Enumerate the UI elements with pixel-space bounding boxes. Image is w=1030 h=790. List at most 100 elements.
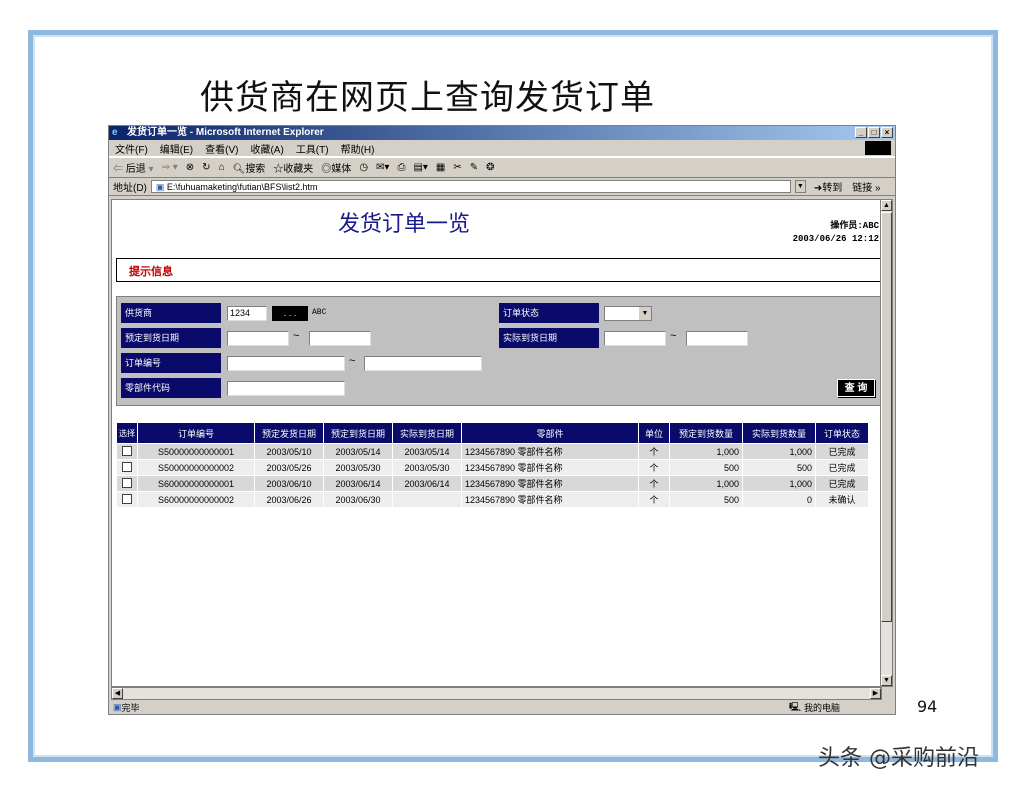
messenger-icon[interactable]: ✂ — [453, 162, 461, 173]
media-button[interactable]: ◎媒体 — [321, 160, 351, 175]
part-code-label: 零部件代码 — [121, 378, 221, 398]
col-planned-qty: 预定到货数量 — [669, 422, 743, 444]
scroll-down-icon[interactable]: ▼ — [881, 675, 892, 686]
page-done-icon: ▣ — [113, 702, 122, 712]
order-status-select[interactable]: ▼ — [604, 306, 652, 321]
operator-info: 操作员:ABC 2003/06/26 12:12 — [793, 220, 879, 246]
scroll-left-icon[interactable]: ◀ — [112, 688, 123, 699]
page-heading: 发货订单一览 — [338, 212, 471, 237]
actual-date: 2003/06/14 — [392, 475, 462, 492]
actual-qty: 1,000 — [742, 475, 816, 492]
order-no[interactable]: S60000000000001 — [137, 475, 255, 492]
planned-date: 2003/06/14 — [323, 475, 393, 492]
menu-file[interactable]: 文件(F) — [115, 141, 148, 156]
status-text: 完毕 — [121, 703, 140, 713]
windows-logo-icon — [865, 141, 891, 155]
planned-qty: 500 — [669, 491, 743, 508]
page-viewport: 发货订单一览 操作员:ABC 2003/06/26 12:12 提示信息 供货商… — [111, 199, 882, 687]
status-bar: ▣ 完毕 🖳︎ 我的电脑 — [109, 701, 895, 714]
extra-icon[interactable]: ❂ — [486, 162, 494, 173]
order-no-to-input[interactable] — [364, 356, 482, 371]
part: 1234567890 零部件名称 — [461, 459, 639, 476]
edit-icon[interactable]: ▤▾ — [413, 162, 427, 173]
menu-view[interactable]: 查看(V) — [205, 141, 238, 156]
row-checkbox[interactable] — [122, 493, 132, 504]
order-status: 已完成 — [815, 459, 869, 476]
vertical-scrollbar[interactable]: ▲ ▼ — [880, 199, 893, 687]
order-no-label: 订单编号 — [121, 353, 221, 373]
forward-button[interactable]: ⇒ ▾ — [162, 162, 178, 173]
order-status-label: 订单状态 — [499, 303, 599, 323]
order-no[interactable]: S50000000000002 — [137, 459, 255, 476]
part: 1234567890 零部件名称 — [461, 475, 639, 492]
print-icon[interactable]: ⎙ — [397, 162, 405, 173]
col-select: 选择 — [116, 422, 138, 444]
unit: 个 — [638, 491, 670, 508]
col-actual-qty: 实际到货数量 — [742, 422, 816, 444]
discuss-icon[interactable]: ▦ — [436, 162, 445, 173]
row-checkbox[interactable] — [122, 461, 132, 472]
planned-date-label: 预定到货日期 — [121, 328, 221, 348]
col-status: 订单状态 — [815, 422, 869, 444]
planned-date: 2003/05/14 — [323, 443, 393, 460]
order-no[interactable]: S60000000000002 — [137, 491, 255, 508]
minimize-button[interactable]: _ — [855, 127, 867, 138]
planned-qty: 500 — [669, 459, 743, 476]
supplier-input[interactable]: 1234 — [227, 306, 267, 321]
query-button[interactable]: 查 询 — [837, 379, 875, 397]
mail-icon[interactable]: ✉▾ — [376, 162, 389, 173]
tool-icon[interactable]: ✎ — [470, 162, 478, 173]
order-status: 已完成 — [815, 443, 869, 460]
unit: 个 — [638, 459, 670, 476]
row-checkbox[interactable] — [122, 445, 132, 456]
results-table: 选择 订单编号 预定发货日期 预定到货日期 实际到货日期 零部件 单位 预定到货… — [116, 422, 869, 508]
security-zone: 🖳︎ 我的电脑 — [789, 701, 840, 714]
maximize-button[interactable]: □ — [868, 127, 880, 138]
ship-date: 2003/05/26 — [254, 459, 324, 476]
computer-icon: 🖳︎ — [789, 701, 802, 712]
planned-date-to-input[interactable] — [309, 331, 371, 346]
datetime: 2003/06/26 12:12 — [792, 234, 879, 244]
scroll-up-icon[interactable]: ▲ — [881, 200, 892, 211]
favorites-button[interactable]: ☆收藏夹 — [273, 160, 313, 175]
page-icon: ▣ — [155, 182, 167, 192]
home-icon[interactable]: ⌂ — [219, 162, 225, 173]
row-checkbox[interactable] — [122, 477, 132, 488]
stop-icon[interactable]: ⊗ — [186, 162, 194, 173]
table-row: S60000000000001 2003/06/10 2003/06/14 20… — [116, 475, 869, 492]
search-panel: 供货商 1234 . . . ABC 订单状态 ▼ 预定到货日期 ~ 实际到货日… — [116, 296, 881, 406]
scroll-right-icon[interactable]: ▶ — [870, 688, 881, 699]
actual-date-from-input[interactable] — [604, 331, 666, 346]
refresh-icon[interactable]: ↻ — [202, 162, 210, 173]
close-button[interactable]: × — [881, 127, 893, 138]
address-input[interactable]: ▣ E:\fuhuamaketing\futian\BFS\list2.htm — [150, 180, 791, 193]
col-part: 零部件 — [461, 422, 639, 444]
address-dropdown-icon[interactable]: ▼ — [794, 180, 806, 193]
menu-favorites[interactable]: 收藏(A) — [250, 141, 283, 156]
links-button[interactable]: 链接 » — [852, 179, 880, 194]
hint-label: 提示信息 — [129, 266, 173, 278]
supplier-lookup-button[interactable]: . . . — [272, 306, 308, 321]
history-icon[interactable]: ◷ — [359, 162, 368, 173]
scroll-thumb[interactable] — [881, 212, 892, 622]
horizontal-scrollbar[interactable]: ◀ ▶ — [111, 687, 882, 700]
go-button[interactable]: ➜转到 — [814, 179, 842, 194]
actual-date: 2003/05/14 — [392, 443, 462, 460]
search-button[interactable]: 🔍︎搜索 — [233, 160, 266, 175]
actual-date: 2003/05/30 — [392, 459, 462, 476]
menu-tools[interactable]: 工具(T) — [296, 141, 329, 156]
menu-edit[interactable]: 编辑(E) — [160, 141, 193, 156]
supplier-name: ABC — [312, 308, 327, 317]
actual-date-to-input[interactable] — [686, 331, 748, 346]
menu-help[interactable]: 帮助(H) — [341, 141, 375, 156]
back-button[interactable]: ⇐ 后退 ▾ — [113, 160, 154, 175]
order-no[interactable]: S50000000000001 — [137, 443, 255, 460]
planned-date-from-input[interactable] — [227, 331, 289, 346]
slide-title: 供货商在网页上查询发货订单 — [200, 78, 655, 118]
order-no-from-input[interactable] — [227, 356, 345, 371]
ship-date: 2003/06/10 — [254, 475, 324, 492]
planned-qty: 1,000 — [669, 475, 743, 492]
part-code-input[interactable] — [227, 381, 345, 396]
table-row: S50000000000001 2003/05/10 2003/05/14 20… — [116, 443, 869, 460]
page-number: 94 — [917, 697, 938, 716]
